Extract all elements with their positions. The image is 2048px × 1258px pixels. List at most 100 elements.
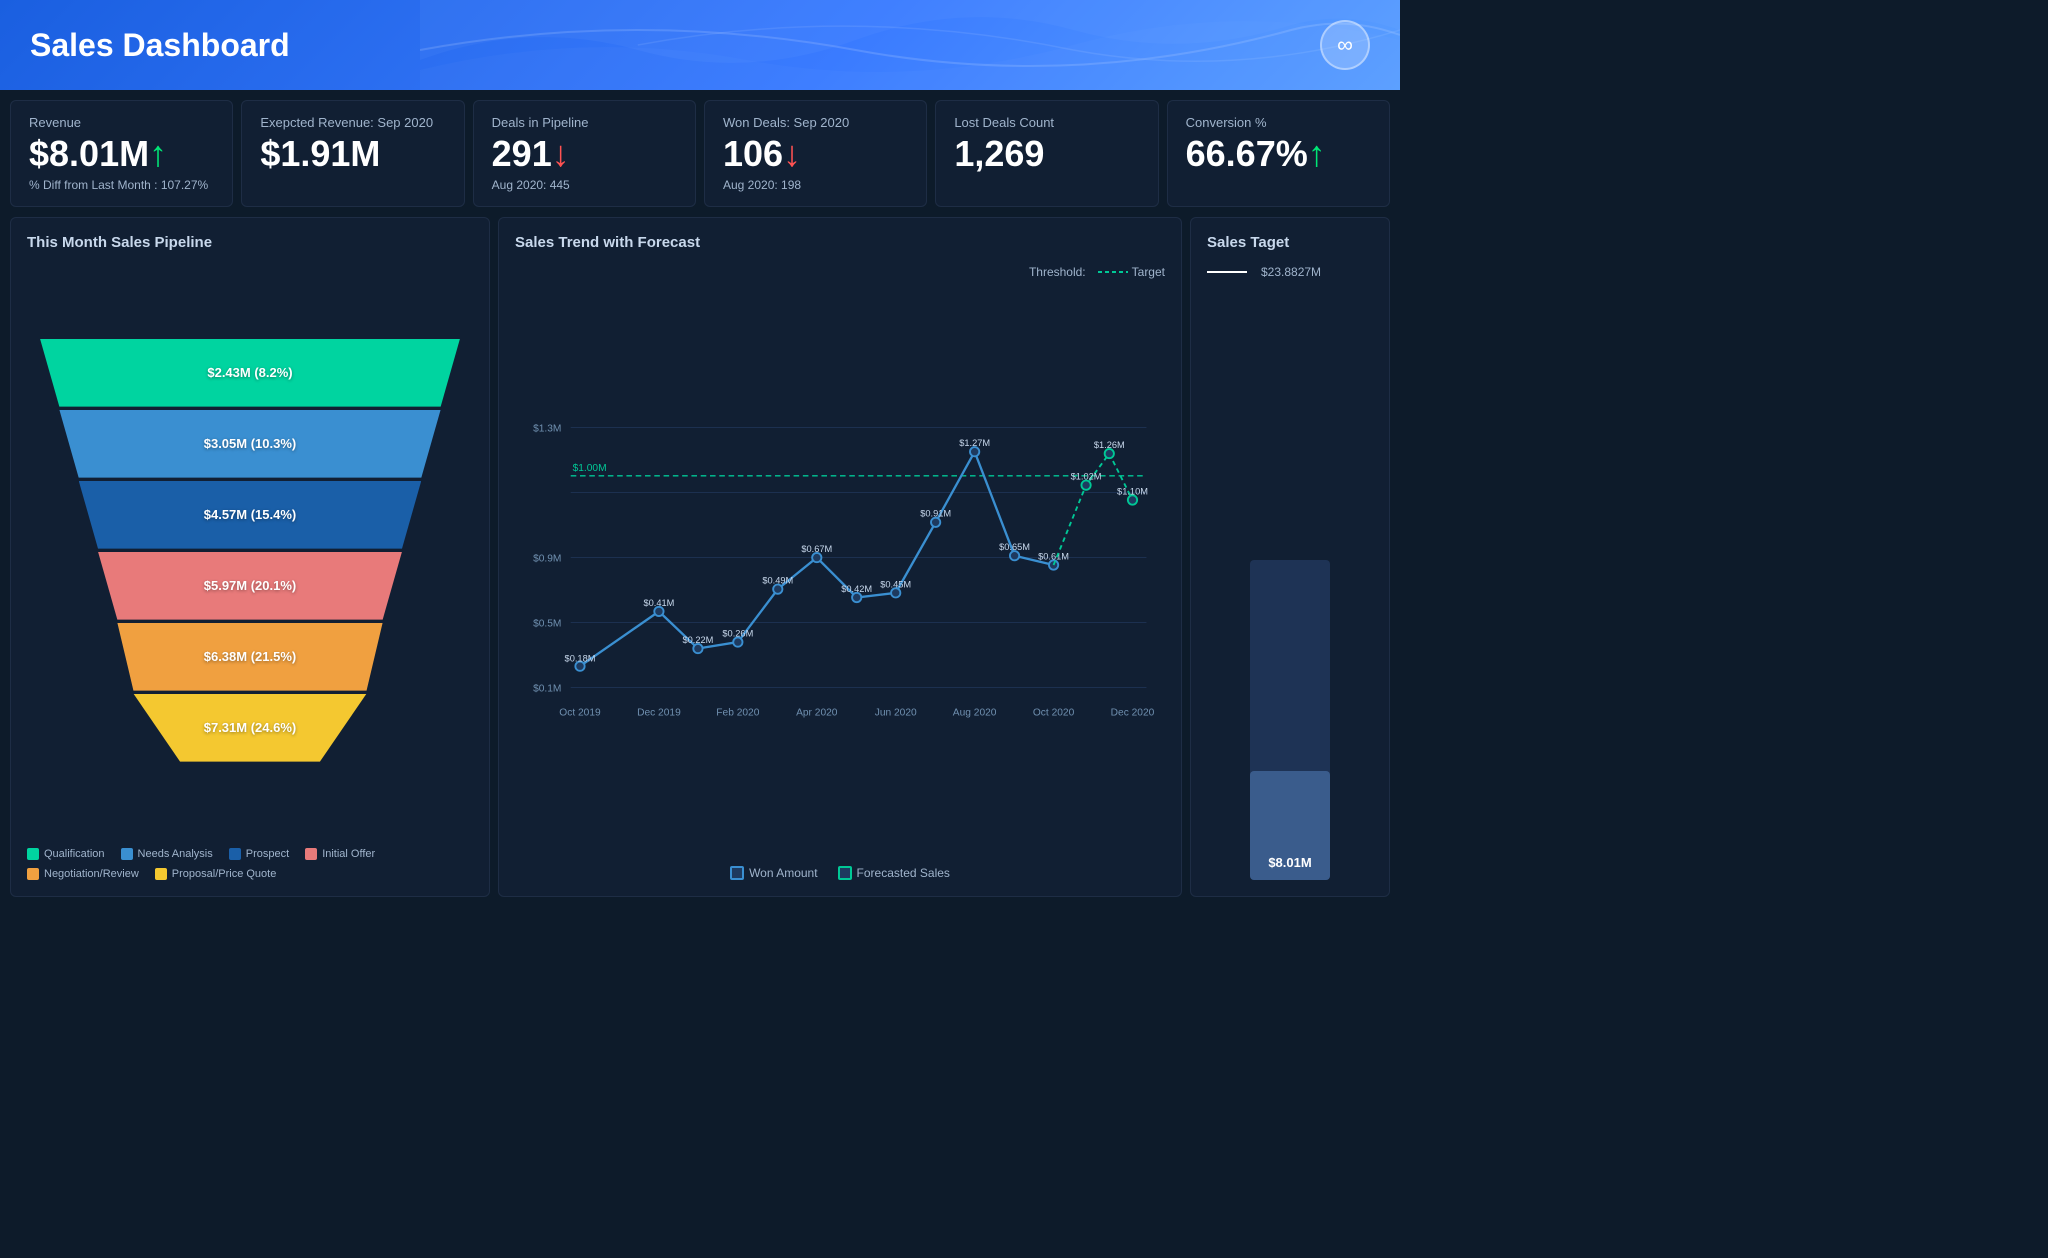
svg-text:$0.22M: $0.22M	[682, 635, 713, 645]
legend-label-4: Negotiation/Review	[44, 868, 139, 880]
legend-label-3: Initial Offer	[322, 848, 375, 860]
won-amount-legend: Won Amount	[730, 866, 817, 880]
kpi-conversion-value: 66.67%↑	[1186, 134, 1371, 174]
svg-text:$0.18M: $0.18M	[565, 653, 596, 663]
funnel-legend: Qualification Needs Analysis Prospect Initi…	[27, 848, 473, 880]
svg-text:$1.26M: $1.26M	[1094, 440, 1125, 450]
funnel-row-1: $3.05M (10.3%)	[59, 410, 440, 478]
kpi-won-value: 106↓	[723, 134, 908, 174]
chart-svg: $1.3M $0.9M $0.5M $0.1M $1.00M Oct 2019 …	[515, 283, 1165, 860]
legend-label-2: Prospect	[246, 848, 289, 860]
header: Sales Dashboard ∞	[0, 0, 1400, 90]
svg-text:$0.41M: $0.41M	[643, 597, 674, 607]
legend-color-dot-5	[155, 868, 167, 880]
svg-text:$0.9M: $0.9M	[533, 553, 561, 564]
target-bar-container: $8.01M	[1207, 289, 1373, 880]
kpi-pipeline: Deals in Pipeline 291↓ Aug 2020: 445	[473, 100, 696, 207]
kpi-expected-revenue: Exepcted Revenue: Sep 2020 $1.91M	[241, 100, 464, 207]
funnel-title: This Month Sales Pipeline	[27, 234, 473, 251]
header-title: Sales Dashboard	[30, 27, 290, 64]
svg-text:$0.45M: $0.45M	[880, 579, 911, 589]
chart-bottom-legend: Won Amount Forecasted Sales	[515, 866, 1165, 880]
funnel-row-2: $4.57M (15.4%)	[79, 481, 422, 549]
kpi-won-label: Won Deals: Sep 2020	[723, 115, 908, 130]
forecasted-legend: Forecasted Sales	[838, 866, 950, 880]
chart-title: Sales Trend with Forecast	[515, 234, 1165, 251]
kpi-pipeline-value: 291↓	[492, 134, 677, 174]
legend-color-dot-3	[305, 848, 317, 860]
svg-text:$1.10M: $1.10M	[1117, 486, 1148, 496]
svg-text:$0.5M: $0.5M	[533, 618, 561, 629]
svg-text:$0.1M: $0.1M	[533, 683, 561, 694]
svg-text:$0.65M: $0.65M	[999, 542, 1030, 552]
target-line-icon	[1207, 271, 1247, 273]
funnel-legend-item-0: Qualification	[27, 848, 105, 860]
funnel-legend-item-2: Prospect	[229, 848, 289, 860]
threshold-label: Threshold:	[1029, 265, 1086, 279]
kpi-conversion: Conversion % 66.67%↑	[1167, 100, 1390, 207]
svg-text:$1.3M: $1.3M	[533, 423, 561, 434]
svg-text:Feb 2020: Feb 2020	[716, 707, 759, 718]
kpi-revenue: Revenue $8.01M↑ % Diff from Last Month :…	[10, 100, 233, 207]
header-logo-icon: ∞	[1320, 20, 1370, 70]
funnel-legend-item-1: Needs Analysis	[121, 848, 213, 860]
kpi-won-sub: Aug 2020: 198	[723, 178, 908, 192]
svg-text:$0.26M: $0.26M	[722, 628, 753, 638]
svg-text:Aug 2020: Aug 2020	[953, 707, 997, 718]
funnel-row-4: $6.38M (21.5%)	[117, 623, 382, 691]
target-legend: $23.8827M	[1207, 265, 1373, 279]
svg-text:$1.02M: $1.02M	[1071, 471, 1102, 481]
svg-text:$0.91M: $0.91M	[920, 508, 951, 518]
main-grid: This Month Sales Pipeline $2.43M (8.2%)$…	[0, 217, 1400, 907]
svg-text:Dec 2019: Dec 2019	[637, 707, 681, 718]
chart-area: $1.3M $0.9M $0.5M $0.1M $1.00M Oct 2019 …	[515, 283, 1165, 860]
funnel-container: $2.43M (8.2%) $3.05M (10.3%) $4.57M (15.4%…	[27, 265, 473, 836]
chart-legend: Threshold: Target	[515, 265, 1165, 279]
funnel-row-5: $7.31M (24.6%)	[133, 694, 366, 762]
kpi-revenue-label: Revenue	[29, 115, 214, 130]
legend-label-5: Proposal/Price Quote	[172, 868, 277, 880]
kpi-expected-label: Exepcted Revenue: Sep 2020	[260, 115, 445, 130]
svg-text:$0.42M: $0.42M	[841, 584, 872, 594]
funnel-row-label-0: $2.43M (8.2%)	[207, 365, 292, 380]
svg-text:Apr 2020: Apr 2020	[796, 707, 838, 718]
svg-text:$1.00M: $1.00M	[573, 463, 607, 474]
svg-text:Oct 2020: Oct 2020	[1033, 707, 1075, 718]
funnel-row-label-2: $4.57M (15.4%)	[204, 507, 297, 522]
svg-text:$0.49M: $0.49M	[762, 575, 793, 585]
kpi-row: Revenue $8.01M↑ % Diff from Last Month :…	[0, 90, 1400, 217]
target-panel: Sales Taget $23.8827M $8.01M	[1190, 217, 1390, 897]
funnel-panel: This Month Sales Pipeline $2.43M (8.2%)$…	[10, 217, 490, 897]
chart-panel: Sales Trend with Forecast Threshold: Tar…	[498, 217, 1182, 897]
funnel-row-3: $5.97M (20.1%)	[98, 552, 402, 620]
svg-text:$0.61M: $0.61M	[1038, 551, 1069, 561]
target-bar-fill: $8.01M	[1250, 771, 1330, 880]
kpi-pipeline-sub: Aug 2020: 445	[492, 178, 677, 192]
legend-color-dot-2	[229, 848, 241, 860]
kpi-won-deals: Won Deals: Sep 2020 106↓ Aug 2020: 198	[704, 100, 927, 207]
svg-text:$0.67M: $0.67M	[801, 544, 832, 554]
funnel-row-label-3: $5.97M (20.1%)	[204, 578, 297, 593]
svg-text:Dec 2020: Dec 2020	[1111, 707, 1155, 718]
legend-color-dot-1	[121, 848, 133, 860]
legend-label-1: Needs Analysis	[138, 848, 213, 860]
kpi-lost-deals: Lost Deals Count 1,269	[935, 100, 1158, 207]
funnel-row-label-5: $7.31M (24.6%)	[204, 720, 297, 735]
funnel-row-0: $2.43M (8.2%)	[40, 339, 460, 407]
kpi-lost-value: 1,269	[954, 134, 1139, 174]
svg-text:$1.27M: $1.27M	[959, 438, 990, 448]
kpi-expected-value: $1.91M	[260, 134, 445, 174]
legend-color-dot-0	[27, 848, 39, 860]
kpi-lost-label: Lost Deals Count	[954, 115, 1139, 130]
funnel-legend-item-3: Initial Offer	[305, 848, 375, 860]
target-bar-wrapper: $8.01M	[1250, 560, 1330, 880]
funnel-legend-item-5: Proposal/Price Quote	[155, 868, 277, 880]
target-amount: $23.8827M	[1261, 265, 1321, 279]
kpi-revenue-value: $8.01M↑	[29, 134, 214, 174]
header-wave	[420, 0, 1400, 90]
funnel-row-label-1: $3.05M (10.3%)	[204, 436, 297, 451]
target-legend: Target	[1098, 265, 1165, 279]
legend-label-0: Qualification	[44, 848, 105, 860]
kpi-conversion-label: Conversion %	[1186, 115, 1371, 130]
legend-color-dot-4	[27, 868, 39, 880]
